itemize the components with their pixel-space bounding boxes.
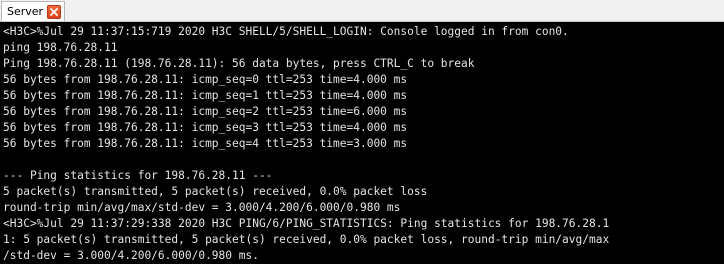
console-line: --- Ping statistics for 198.76.28.11 --- bbox=[3, 169, 273, 182]
console-line: <H3C>%Jul 29 11:37:29:338 2020 H3C PING/… bbox=[3, 217, 610, 230]
console-line: 1: 5 packet(s) transmitted, 5 packet(s) … bbox=[3, 233, 610, 246]
console-line: 5 packet(s) transmitted, 5 packet(s) rec… bbox=[3, 185, 428, 198]
console-output[interactable]: <H3C>%Jul 29 11:37:15:719 2020 H3C SHELL… bbox=[0, 23, 724, 264]
terminal-window: Server <H3C>%Jul 29 11:37:15:719 2020 H3… bbox=[0, 0, 724, 264]
close-icon[interactable] bbox=[47, 5, 61, 19]
console-line: round-trip min/avg/max/std-dev = 3.000/4… bbox=[3, 201, 401, 214]
console-line: 56 bytes from 198.76.28.11: icmp_seq=0 t… bbox=[3, 73, 408, 86]
tab-label: Server bbox=[7, 5, 44, 18]
console-line: <H3C>%Jul 29 11:37:15:719 2020 H3C SHELL… bbox=[3, 25, 569, 38]
tab-bar: Server bbox=[0, 0, 724, 22]
console-line: 56 bytes from 198.76.28.11: icmp_seq=1 t… bbox=[3, 89, 408, 102]
tab-server[interactable]: Server bbox=[1, 1, 65, 21]
console-line: 56 bytes from 198.76.28.11: icmp_seq=4 t… bbox=[3, 137, 408, 150]
console-line: Ping 198.76.28.11 (198.76.28.11): 56 dat… bbox=[3, 57, 475, 70]
console-line: 56 bytes from 198.76.28.11: icmp_seq=2 t… bbox=[3, 105, 408, 118]
console-line: ping 198.76.28.11 bbox=[3, 41, 118, 54]
console-line: /std-dev = 3.000/4.200/6.000/0.980 ms. bbox=[3, 249, 259, 262]
console-line: 56 bytes from 198.76.28.11: icmp_seq=3 t… bbox=[3, 121, 408, 134]
